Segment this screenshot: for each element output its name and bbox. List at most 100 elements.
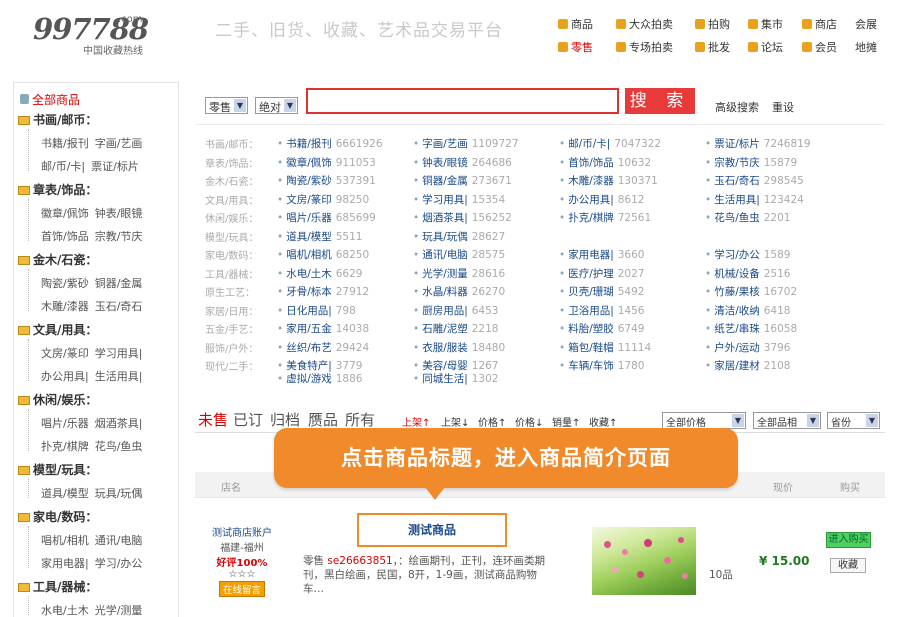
product-image[interactable] xyxy=(592,527,696,595)
nav-purchase[interactable]: 拍购 xyxy=(695,16,730,32)
category-link[interactable]: • 唱片/乐器 685699 xyxy=(277,210,376,225)
category-link[interactable]: • 丝织/布艺 29424 xyxy=(277,340,369,355)
category-link[interactable]: • 办公用具| 8612 xyxy=(559,192,644,207)
category-link[interactable]: • 水晶/料器 26270 xyxy=(413,284,505,299)
nav-special-auction[interactable]: 专场拍卖 xyxy=(616,39,673,55)
sidebar-item[interactable]: 唱片/乐器 xyxy=(41,417,89,430)
category-link[interactable]: • 邮/币/卡| 7047322 xyxy=(559,136,661,151)
sidebar-all-goods[interactable]: 全部商品 xyxy=(20,91,80,108)
sidebar-item[interactable]: 家用电器| xyxy=(41,557,89,570)
sidebar-item[interactable]: 学习/办公 xyxy=(95,557,143,570)
category-link[interactable]: • 钟表/眼镜 264686 xyxy=(413,155,512,170)
category-link[interactable]: • 徽章/佩饰 911053 xyxy=(277,155,376,170)
category-link[interactable]: • 通讯/电脑 28575 xyxy=(413,247,505,262)
nav-store[interactable]: 商店 xyxy=(802,16,837,32)
category-link[interactable]: • 学习用具| 15354 xyxy=(413,192,505,207)
sort-price-asc[interactable]: 价格↑ xyxy=(478,414,506,429)
sidebar-item[interactable]: 水电/土木 xyxy=(41,604,89,617)
category-link[interactable]: • 清洁/收纳 6418 xyxy=(705,303,790,318)
sidebar-item[interactable]: 票证/标片 xyxy=(91,160,139,173)
category-link[interactable]: • 家用电器| 3660 xyxy=(559,247,644,262)
category-link[interactable]: • 烟酒茶具| 156252 xyxy=(413,210,512,225)
sidebar-item[interactable]: 玉石/奇石 xyxy=(95,300,143,313)
tab-reserved[interactable]: 已订 xyxy=(233,409,263,430)
sidebar-item[interactable]: 铜器/金属 xyxy=(95,277,143,290)
sidebar-item[interactable]: 扑克/棋牌 xyxy=(41,440,89,453)
category-link[interactable]: • 文房/篆印 98250 xyxy=(277,192,369,207)
nav-wholesale[interactable]: 批发 xyxy=(695,39,730,55)
sidebar-item[interactable]: 办公用具| xyxy=(41,370,89,383)
sort-price-desc[interactable]: 价格↓ xyxy=(515,414,543,429)
category-link[interactable]: • 牙骨/标本 27912 xyxy=(277,284,369,299)
search-input[interactable] xyxy=(306,88,619,114)
sidebar-item[interactable]: 字画/艺画 xyxy=(95,137,143,150)
category-link[interactable]: • 生活用具| 123424 xyxy=(705,192,804,207)
sidebar-item[interactable]: 钟表/眼镜 xyxy=(95,207,143,220)
category-link[interactable]: • 家用/五金 14038 xyxy=(277,321,369,336)
sidebar-group-title[interactable]: 家电/数码： xyxy=(18,508,97,525)
match-select[interactable]: 绝对 ▼ xyxy=(255,97,298,114)
category-link[interactable]: • 卫浴用品| 1456 xyxy=(559,303,644,318)
nav-expo[interactable]: 会展 xyxy=(855,16,877,32)
reset-link[interactable]: 重设 xyxy=(772,99,794,115)
sidebar-item[interactable]: 首饰/饰品 xyxy=(41,230,89,243)
tab-all[interactable]: 所有 xyxy=(345,409,375,430)
sidebar-group-title[interactable]: 工具/器械： xyxy=(18,578,97,595)
category-link[interactable]: • 首饰/饰品 10632 xyxy=(559,155,651,170)
sidebar-group-title[interactable]: 模型/玩具： xyxy=(18,461,97,478)
favorite-button[interactable]: 收藏 xyxy=(830,558,866,573)
tab-unsold[interactable]: 未售 xyxy=(198,409,228,430)
category-link[interactable]: • 衣服/服装 18480 xyxy=(413,340,505,355)
sort-fav-asc[interactable]: 收藏↑ xyxy=(589,414,617,429)
category-link[interactable]: • 票证/标片 7246819 xyxy=(705,136,811,151)
category-link[interactable]: • 花鸟/鱼虫 2201 xyxy=(705,210,790,225)
category-link[interactable]: • 扑克/棋牌 72561 xyxy=(559,210,651,225)
category-link[interactable]: • 医疗/护理 2027 xyxy=(559,266,644,281)
sidebar-group-title[interactable]: 章表/饰品： xyxy=(18,181,97,198)
category-link[interactable]: • 机械/设备 2516 xyxy=(705,266,790,281)
nav-goods[interactable]: 商品 xyxy=(558,16,593,32)
sidebar-item[interactable]: 文房/篆印 xyxy=(41,347,89,360)
sidebar-item[interactable]: 木雕/漆器 xyxy=(41,300,89,313)
sidebar-item[interactable]: 生活用具| xyxy=(95,370,143,383)
category-link[interactable]: • 竹藤/果核 16702 xyxy=(705,284,797,299)
category-link[interactable]: • 石雕/泥塑 2218 xyxy=(413,321,498,336)
category-link[interactable]: • 宗教/节庆 15879 xyxy=(705,155,797,170)
category-link[interactable]: • 同城生活| 1302 xyxy=(413,371,498,386)
logo[interactable]: 997788 .com 中国收藏热线 xyxy=(33,14,153,57)
category-link[interactable]: • 书籍/报刊 6661926 xyxy=(277,136,383,151)
category-link[interactable]: • 料胎/塑胶 6749 xyxy=(559,321,644,336)
sidebar-group-title[interactable]: 休闲/娱乐： xyxy=(18,391,97,408)
tab-fake[interactable]: 赝品 xyxy=(308,409,338,430)
product-id[interactable]: se26663851 xyxy=(327,555,392,567)
mode-select[interactable]: 零售 ▼ xyxy=(205,97,248,114)
sidebar-item[interactable]: 道具/模型 xyxy=(41,487,89,500)
nav-retail[interactable]: 零售 xyxy=(558,39,593,55)
sort-listed-asc[interactable]: 上架↑ xyxy=(402,414,430,429)
advanced-search-link[interactable]: 高级搜索 xyxy=(715,99,759,115)
sort-sales-asc[interactable]: 销量↑ xyxy=(552,414,580,429)
category-link[interactable]: • 贝壳/珊瑚 5492 xyxy=(559,284,644,299)
category-link[interactable]: • 光学/测量 28616 xyxy=(413,266,505,281)
sidebar-item[interactable]: 通讯/电脑 xyxy=(95,534,143,547)
sidebar-item[interactable]: 陶瓷/紫砂 xyxy=(41,277,89,290)
category-link[interactable]: • 道具/模型 5511 xyxy=(277,229,362,244)
province-filter-select[interactable]: 省份 ▼ xyxy=(827,412,880,429)
category-link[interactable]: • 厨房用品| 6453 xyxy=(413,303,498,318)
category-link[interactable]: • 学习/办公 1589 xyxy=(705,247,790,262)
sidebar-group-title[interactable]: 金木/石瓷： xyxy=(18,251,97,268)
category-link[interactable]: • 户外/运动 3796 xyxy=(705,340,790,355)
category-link[interactable]: • 唱机/相机 68250 xyxy=(277,247,369,262)
sidebar-item[interactable]: 书籍/报刊 xyxy=(41,137,89,150)
product-title-link[interactable]: 测试商品 xyxy=(408,523,456,537)
buy-button[interactable]: 进入购买 xyxy=(826,532,871,548)
nav-forum[interactable]: 论坛 xyxy=(748,39,783,55)
sidebar-item[interactable]: 花鸟/鱼虫 xyxy=(95,440,143,453)
sidebar-item[interactable]: 学习用具| xyxy=(95,347,143,360)
sidebar-item[interactable]: 徽章/佩饰 xyxy=(41,207,89,220)
sort-listed-desc[interactable]: 上架↓ xyxy=(441,414,469,429)
tab-archived[interactable]: 归档 xyxy=(270,409,300,430)
category-link[interactable]: • 陶瓷/紫砂 537391 xyxy=(277,173,376,188)
nav-auction[interactable]: 大众拍卖 xyxy=(616,16,673,32)
price-filter-select[interactable]: 全部价格 ▼ xyxy=(662,412,746,429)
